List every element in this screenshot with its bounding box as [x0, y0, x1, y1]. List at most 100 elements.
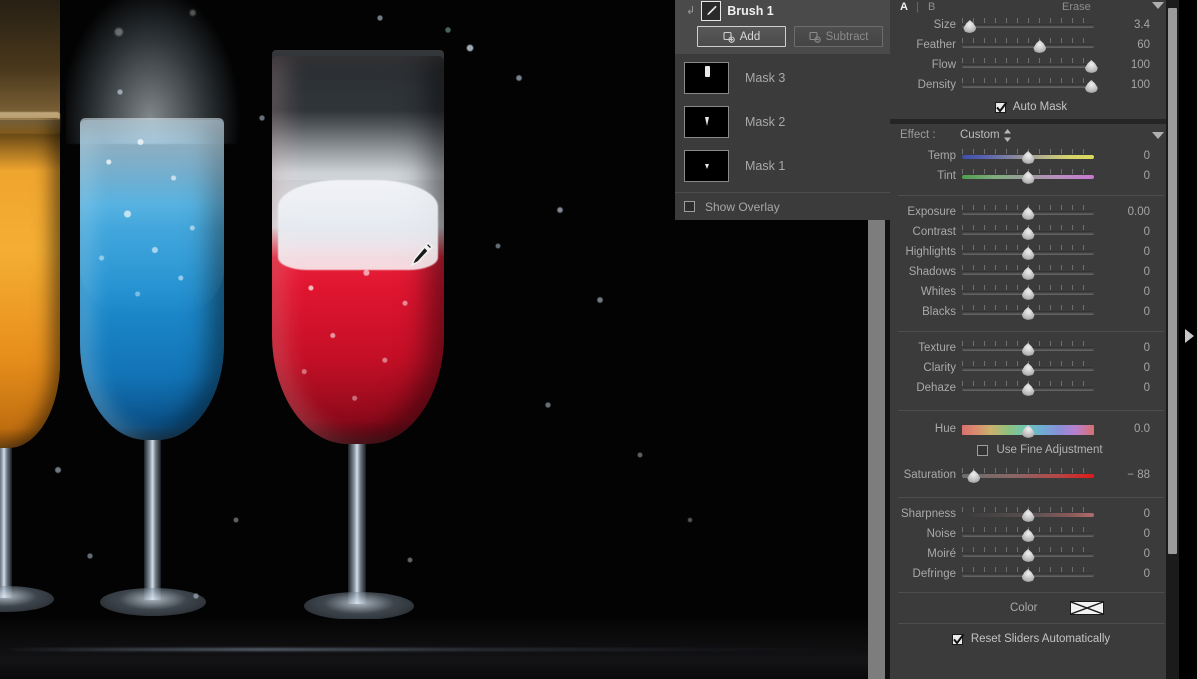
mask-list-item[interactable]: Mask 1 — [675, 146, 890, 186]
color-row[interactable]: Color — [890, 593, 1172, 623]
slider-sharpness[interactable]: Sharpness 0 — [890, 504, 1172, 524]
slider-highlights[interactable]: Highlights 0 — [890, 242, 1172, 262]
slider-label: Saturation — [903, 469, 956, 481]
brush-a-tab[interactable]: A — [900, 1, 908, 13]
add-button[interactable]: Add — [697, 26, 786, 47]
slider-value[interactable]: 0 — [1102, 170, 1158, 182]
slider-value[interactable]: 0 — [1102, 548, 1158, 560]
slider-track-area[interactable] — [962, 358, 1094, 378]
slider-value[interactable]: 0 — [1102, 226, 1158, 238]
slider-track-area[interactable] — [962, 146, 1094, 166]
slider-density[interactable]: Density 100 — [890, 75, 1172, 95]
slider-track — [962, 24, 1094, 28]
slider-value[interactable]: 60 — [1102, 39, 1158, 51]
slider-track-area[interactable] — [962, 378, 1094, 398]
mask-list-item[interactable]: Mask 2 — [675, 102, 890, 142]
auto-mask-checkbox[interactable] — [994, 101, 1008, 113]
glass-red-bubbles — [274, 250, 442, 440]
slider-track-area[interactable] — [962, 465, 1094, 485]
slider-track-area[interactable] — [962, 75, 1098, 95]
slider-track — [962, 84, 1094, 88]
slider-track-area[interactable] — [962, 15, 1094, 35]
slider-exposure[interactable]: Exposure 0.00 — [890, 202, 1172, 222]
slider-track-area[interactable] — [962, 35, 1094, 55]
slider-track-area[interactable] — [962, 544, 1094, 564]
slider-value[interactable]: 0 — [1102, 508, 1158, 520]
slider-value[interactable]: 0 — [1102, 342, 1158, 354]
slider-track-area[interactable] — [962, 55, 1098, 75]
slider-track-area[interactable] — [962, 564, 1094, 584]
panel-scrollbar-thumb[interactable] — [1168, 8, 1177, 554]
slider-track-area[interactable] — [962, 222, 1094, 242]
slider-track-area[interactable] — [962, 419, 1094, 439]
lightroom-develop-window: ↲ Brush 1 Add Subtract Mask 3 Mask 2 Mas… — [0, 0, 1197, 679]
slider-ticks — [962, 78, 1094, 83]
use-fine-adjustment-label: Use Fine Adjustment — [996, 444, 1103, 456]
subtract-button[interactable]: Subtract — [794, 26, 883, 47]
slider-clarity[interactable]: Clarity 0 — [890, 358, 1172, 378]
slider-track-area[interactable] — [962, 242, 1094, 262]
slider-value[interactable]: 100 — [1102, 59, 1158, 71]
slider-blacks[interactable]: Blacks 0 — [890, 302, 1172, 322]
slider-value[interactable]: 0 — [1102, 528, 1158, 540]
slider-track-area[interactable] — [962, 338, 1094, 358]
use-fine-adjustment-checkbox[interactable] — [977, 444, 989, 456]
slider-label: Hue — [934, 423, 956, 435]
slider-track-area[interactable] — [962, 202, 1094, 222]
slider-value[interactable]: 0 — [1102, 382, 1158, 394]
slider-feather[interactable]: Feather 60 — [890, 35, 1172, 55]
slider-label: Noise — [926, 528, 956, 540]
slider-moire[interactable]: Moiré 0 — [890, 544, 1172, 564]
slider-track-area[interactable] — [962, 262, 1094, 282]
slider-value[interactable]: 0 — [1102, 266, 1158, 278]
slider-track-area[interactable] — [962, 302, 1094, 322]
mask-list-item[interactable]: Mask 3 — [675, 58, 890, 98]
use-fine-adjustment-row[interactable]: Use Fine Adjustment — [890, 439, 1172, 461]
slider-noise[interactable]: Noise 0 — [890, 524, 1172, 544]
effect-value[interactable]: Custom — [960, 129, 1000, 141]
expand-right-arrow-icon[interactable] — [1185, 329, 1194, 343]
brush-erase-tab[interactable]: Erase — [1062, 1, 1091, 13]
effect-collapse-icon[interactable] — [1152, 131, 1164, 139]
color-swatch[interactable] — [1070, 601, 1104, 615]
slider-value[interactable]: 0 — [1102, 362, 1158, 374]
brush-cursor-icon — [408, 241, 434, 269]
show-overlay-checkbox[interactable] — [684, 201, 695, 212]
effect-preset-row[interactable]: Effect : Custom — [890, 124, 1172, 146]
slider-label: Texture — [918, 342, 956, 354]
slider-value[interactable]: 0 — [1102, 568, 1158, 580]
slider-track-area[interactable] — [962, 524, 1094, 544]
slider-value[interactable]: 0 — [1102, 306, 1158, 318]
slider-size[interactable]: Size 3.4 — [890, 15, 1172, 35]
slider-hue[interactable]: Hue 0.0 — [890, 419, 1172, 439]
slider-flow[interactable]: Flow 100 — [890, 55, 1172, 75]
effect-stepper-icon[interactable] — [1003, 128, 1012, 142]
slider-contrast[interactable]: Contrast 0 — [890, 222, 1172, 242]
brush-header-row[interactable]: ↲ Brush 1 — [686, 1, 774, 21]
slider-shadows[interactable]: Shadows 0 — [890, 262, 1172, 282]
slider-whites[interactable]: Whites 0 — [890, 282, 1172, 302]
slider-value[interactable]: 0.00 — [1102, 206, 1158, 218]
slider-value[interactable]: 0 — [1102, 150, 1158, 162]
brush-b-tab[interactable]: B — [928, 1, 935, 13]
slider-value[interactable]: 0 — [1102, 246, 1158, 258]
slider-track-area[interactable] — [962, 282, 1094, 302]
slider-texture[interactable]: Texture 0 — [890, 338, 1172, 358]
slider-track-area[interactable] — [962, 504, 1094, 524]
slider-tint[interactable]: Tint 0 — [890, 166, 1172, 186]
slider-track — [962, 474, 1094, 478]
chevron-down-icon[interactable] — [1152, 2, 1164, 9]
slider-saturation[interactable]: Saturation − 88 — [890, 465, 1172, 485]
reset-sliders-checkbox[interactable] — [951, 633, 965, 645]
slider-value[interactable]: 100 — [1102, 79, 1158, 91]
slider-value[interactable]: 0 — [1102, 286, 1158, 298]
slider-temp[interactable]: Temp 0 — [890, 146, 1172, 166]
slider-value[interactable]: − 88 — [1102, 469, 1158, 481]
slider-value[interactable]: 3.4 — [1102, 19, 1158, 31]
reset-sliders-row[interactable]: Reset Sliders Automatically — [890, 624, 1172, 654]
slider-defringe[interactable]: Defringe 0 — [890, 564, 1172, 584]
slider-value[interactable]: 0.0 — [1102, 423, 1158, 435]
slider-dehaze[interactable]: Dehaze 0 — [890, 378, 1172, 398]
slider-track-area[interactable] — [962, 166, 1094, 186]
auto-mask-row[interactable]: Auto Mask — [890, 95, 1172, 119]
